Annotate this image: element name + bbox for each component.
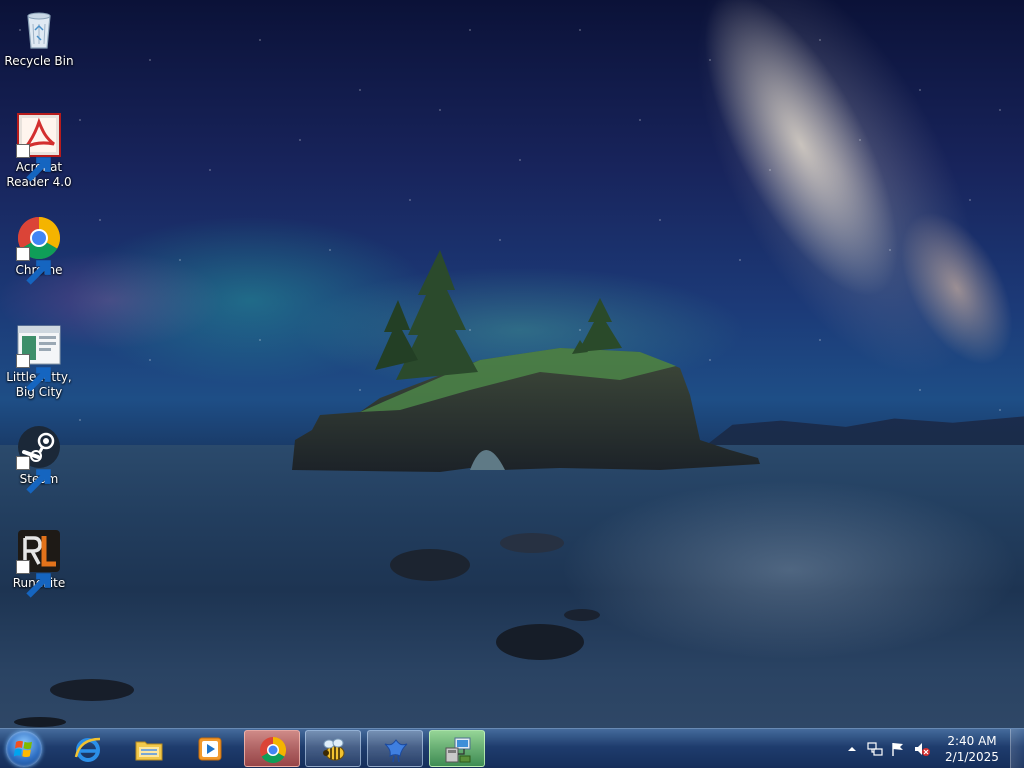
taskbar-file-explorer[interactable] xyxy=(121,730,177,767)
runelite-icon xyxy=(16,528,62,598)
desktop-icon-little-kitty-big-city[interactable]: Little Kitty, Big City xyxy=(4,322,74,400)
desktop-icon-runelite[interactable]: RuneLite xyxy=(4,528,74,598)
volume-muted-icon xyxy=(915,743,930,756)
network-setup-icon xyxy=(445,737,471,763)
taskbar-bee-app[interactable] xyxy=(305,730,361,767)
windows-start-icon xyxy=(13,740,32,757)
start-button[interactable] xyxy=(6,731,42,767)
action-center-flag-icon xyxy=(892,743,903,756)
system-tray xyxy=(840,729,940,768)
show-hidden-icons-icon xyxy=(848,747,856,751)
tray-volume[interactable] xyxy=(914,741,930,757)
wallpaper-island-scene xyxy=(14,250,760,727)
show-hidden-icons-button[interactable] xyxy=(844,741,860,757)
clock-date: 2/1/2025 xyxy=(945,750,999,764)
shortcut-arrow-icon xyxy=(16,247,51,285)
bird-app-icon xyxy=(384,739,408,763)
clock[interactable]: 2:40 AM 2/1/2025 xyxy=(940,733,1004,765)
shortcut-arrow-icon xyxy=(16,560,51,598)
shortcut-arrow-icon xyxy=(16,144,51,182)
taskbar-media-player[interactable] xyxy=(182,730,238,767)
media-player-icon xyxy=(198,737,222,761)
desktop: Recycle Bin Acrobat Reader 4.0 Chrome Li… xyxy=(0,0,1024,768)
chrome-icon xyxy=(260,736,287,764)
desktop-icon-steam[interactable]: Steam xyxy=(4,424,74,494)
recycle-bin-icon xyxy=(16,6,62,52)
little-kitty-big-city-icon xyxy=(16,322,62,392)
shortcut-arrow-icon xyxy=(16,456,51,494)
tray-action-center[interactable] xyxy=(890,741,906,757)
acrobat-reader-icon xyxy=(16,112,62,182)
bee-app-icon xyxy=(323,738,345,761)
desktop-icon-acrobat-reader[interactable]: Acrobat Reader 4.0 xyxy=(4,112,74,190)
taskbar-chrome[interactable] xyxy=(244,730,300,767)
shortcut-arrow-icon xyxy=(16,354,51,392)
taskbar-bird-app[interactable] xyxy=(367,730,423,767)
network-icon xyxy=(867,742,883,756)
tray-network[interactable] xyxy=(867,741,883,757)
desktop-icon-recycle-bin[interactable]: Recycle Bin xyxy=(4,6,74,69)
internet-explorer-icon xyxy=(74,737,101,762)
taskbar-internet-explorer[interactable] xyxy=(60,730,116,767)
steam-icon xyxy=(16,424,62,494)
desktop-icon-label: Recycle Bin xyxy=(4,54,74,68)
desktop-icon-chrome[interactable]: Chrome xyxy=(4,215,74,285)
clock-time: 2:40 AM xyxy=(947,734,997,748)
file-explorer-icon xyxy=(135,741,163,761)
taskbar: 2:40 AM 2/1/2025 xyxy=(0,728,1024,768)
taskbar-network-setup[interactable] xyxy=(429,730,485,767)
chrome-icon xyxy=(16,215,62,285)
show-desktop-button[interactable] xyxy=(1010,729,1024,768)
